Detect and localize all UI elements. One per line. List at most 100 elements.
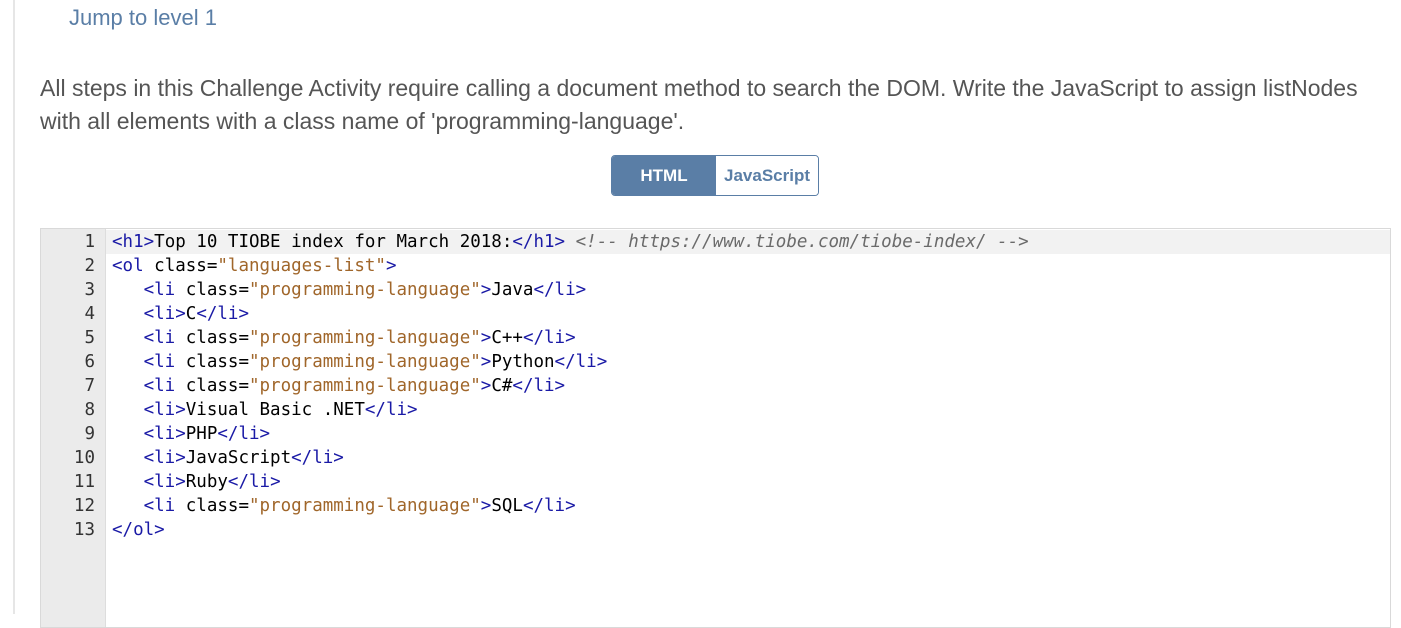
code-token-str: "languages-list" — [217, 256, 386, 276]
code-line[interactable]: 7 <li class="programming-language">C#</l… — [41, 374, 1390, 398]
code-line[interactable]: 10 <li>JavaScript</li> — [41, 446, 1390, 470]
code-token-text: PHP — [185, 424, 218, 444]
line-number: 10 — [73, 448, 95, 468]
code-line[interactable]: 12 <li class="programming-language">SQL<… — [41, 494, 1390, 518]
code-token-tag: </li> — [522, 496, 576, 516]
code-token-tag: <li — [143, 328, 186, 348]
code-line[interactable]: 6 <li class="programming-language">Pytho… — [41, 350, 1390, 374]
code-token-tag: </li> — [227, 472, 281, 492]
code-token-tag: > — [385, 256, 397, 276]
code-token-attr: class= — [185, 328, 249, 348]
code-token-text: Ruby — [185, 472, 228, 492]
line-number: 2 — [84, 256, 95, 276]
code-token-tag: </li> — [364, 400, 418, 420]
code-token-tag: > — [480, 376, 492, 396]
line-number: 6 — [84, 352, 95, 372]
code-line[interactable]: 11 <li>Ruby</li> — [41, 470, 1390, 494]
code-text: </ol> — [112, 518, 165, 542]
code-token-str: "programming-language" — [248, 376, 481, 396]
line-number: 12 — [73, 496, 95, 516]
code-text: <li>PHP</li> — [112, 422, 270, 446]
code-line[interactable]: 4 <li>C</li> — [41, 302, 1390, 326]
code-token-text: Top 10 TIOBE index for March 2018: — [154, 232, 513, 252]
code-token-attr: class= — [185, 496, 249, 516]
code-token-tag: <h1> — [112, 232, 155, 252]
code-line[interactable]: 5 <li class="programming-language">C++</… — [41, 326, 1390, 350]
code-text: <ol class="languages-list"> — [112, 254, 397, 278]
code-lines[interactable]: 1 <h1>Top 10 TIOBE index for March 2018:<… — [41, 230, 1390, 542]
code-token-tag: <li — [143, 352, 186, 372]
code-token-text: Python — [491, 352, 555, 372]
code-text: <li class="programming-language">C#</li> — [112, 374, 565, 398]
code-line[interactable]: 13 </ol> — [41, 518, 1390, 542]
code-text: <li>JavaScript</li> — [112, 446, 344, 470]
code-token-tag: </li> — [196, 304, 249, 324]
code-token-tag: <li — [143, 376, 186, 396]
language-tab-group: HTML JavaScript — [611, 155, 819, 196]
code-token-tag: </li> — [512, 376, 566, 396]
code-token-attr: class= — [154, 256, 218, 276]
code-token-str: "programming-language" — [248, 280, 481, 300]
code-token-tag: <li — [143, 496, 186, 516]
code-text: <li class="programming-language">Java</l… — [112, 278, 587, 302]
line-number: 11 — [73, 472, 95, 492]
code-text: <li>Ruby</li> — [112, 470, 281, 494]
code-token-tag: </li> — [533, 280, 587, 300]
code-token-tag: </ol> — [112, 520, 165, 540]
code-token-attr: class= — [185, 352, 249, 372]
code-text: <li>Visual Basic .NET</li> — [112, 398, 418, 422]
code-line[interactable]: 2 <ol class="languages-list"> — [41, 254, 1390, 278]
code-token-attr: class= — [185, 376, 249, 396]
code-token-tag: <li — [143, 280, 186, 300]
code-token-tag: > — [480, 352, 492, 372]
jump-to-level-link[interactable]: Jump to level 1 — [69, 5, 217, 31]
code-token-comment: <!-- https://www.tiobe.com/tiobe-index/ … — [575, 232, 1029, 252]
code-token-str: "programming-language" — [248, 352, 481, 372]
tab-javascript[interactable]: JavaScript — [716, 156, 818, 195]
code-text: <li class="programming-language">Python<… — [112, 350, 608, 374]
code-token-attr: class= — [185, 280, 249, 300]
code-token-tag: > — [480, 280, 492, 300]
code-token-text: Visual Basic .NET — [185, 400, 365, 420]
code-token-tag: <li> — [143, 448, 186, 468]
code-token-str: "programming-language" — [248, 328, 481, 348]
code-line[interactable]: 8 <li>Visual Basic .NET</li> — [41, 398, 1390, 422]
code-token-text: C — [185, 304, 197, 324]
code-token-text: SQL — [491, 496, 523, 516]
line-number: 7 — [84, 376, 95, 396]
code-line[interactable]: 3 <li class="programming-language">Java<… — [41, 278, 1390, 302]
line-number: 5 — [84, 328, 95, 348]
line-number: 1 — [84, 232, 95, 252]
code-token-tag: </li> — [522, 328, 576, 348]
code-token-tag: </h1> — [512, 232, 566, 252]
code-token-text: JavaScript — [185, 448, 292, 468]
code-token-tag: </li> — [217, 424, 271, 444]
code-editor[interactable]: 1 <h1>Top 10 TIOBE index for March 2018:<… — [40, 228, 1391, 628]
line-number: 13 — [73, 520, 95, 540]
code-token-tag: <ol — [112, 256, 155, 276]
code-line[interactable]: 9 <li>PHP</li> — [41, 422, 1390, 446]
code-line[interactable]: 1 <h1>Top 10 TIOBE index for March 2018:<… — [41, 230, 1390, 254]
tab-html[interactable]: HTML — [612, 156, 716, 195]
code-token-tag: <li> — [143, 304, 186, 324]
code-token-tag: > — [480, 496, 492, 516]
line-number: 9 — [84, 424, 95, 444]
code-text: <li class="programming-language">SQL</li… — [112, 494, 576, 518]
code-text: <h1>Top 10 TIOBE index for March 2018:</… — [112, 230, 1029, 254]
code-token-text: Java — [491, 280, 534, 300]
code-text: <li>C</li> — [112, 302, 249, 326]
code-token-tag: <li> — [143, 472, 186, 492]
code-text: <li class="programming-language">C++</li… — [112, 326, 576, 350]
code-token-tag: <li> — [143, 424, 186, 444]
